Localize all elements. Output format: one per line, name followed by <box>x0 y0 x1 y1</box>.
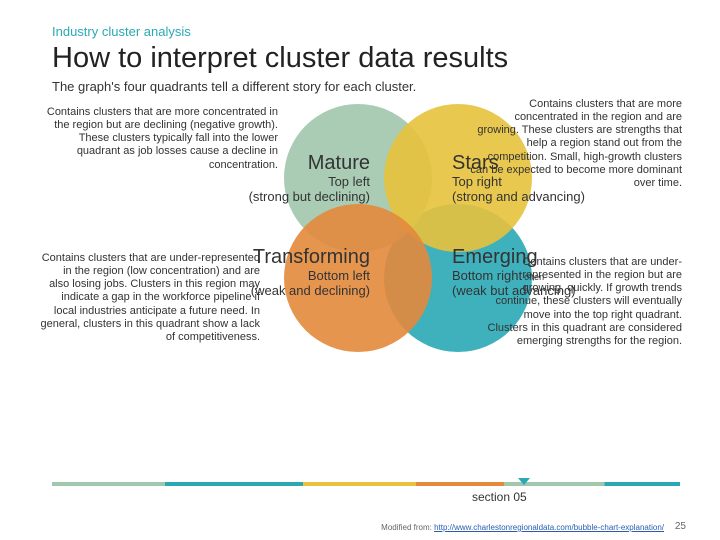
desc-mature: Contains clusters that are more concentr… <box>40 106 278 172</box>
label-stars-pos: Top right <box>452 175 585 190</box>
kicker: Industry cluster analysis <box>52 24 680 39</box>
desc-transforming: Contains clusters that are under-represe… <box>40 252 260 344</box>
footer: section 05 Modified from: http://www.cha… <box>0 482 720 540</box>
label-mature: Mature Top left (strong but declining) <box>249 152 370 205</box>
section-number: section 05 <box>472 490 527 504</box>
label-emerging-title: Emerging <box>452 246 542 269</box>
label-emerging-note: (weak but advancing) <box>452 284 576 299</box>
credit-line: Modified from: http://www.charlestonregi… <box>381 523 664 532</box>
label-stars-note: (strong and advancing) <box>452 190 585 205</box>
section-marker-icon <box>518 478 530 485</box>
label-transforming: Transforming Bottom left (weak and decli… <box>251 246 370 299</box>
label-mature-title: Mature <box>249 152 370 175</box>
subtitle: The graph's four quadrants tell a differ… <box>52 79 680 94</box>
page-number: 25 <box>675 521 686 532</box>
footer-bar <box>52 482 680 486</box>
quadrant-diagram: Mature Top left (strong but declining) S… <box>52 100 680 460</box>
label-transforming-title: Transforming <box>251 246 370 269</box>
label-emerging: Emerging Bottom rightoften (weak but adv… <box>452 246 576 299</box>
page-title: How to interpret cluster data results <box>52 43 680 75</box>
label-mature-pos: Top left <box>249 175 370 190</box>
label-transforming-note: (weak and declining) <box>251 284 370 299</box>
label-stars-title: Stars <box>452 152 585 175</box>
label-transforming-pos: Bottom left <box>251 269 370 284</box>
credit-link[interactable]: http://www.charlestonregionaldata.com/bu… <box>434 523 664 532</box>
label-stars: Stars Top right (strong and advancing) <box>452 152 585 205</box>
label-emerging-pos: Bottom rightoften <box>452 269 576 284</box>
label-mature-note: (strong but declining) <box>249 190 370 205</box>
